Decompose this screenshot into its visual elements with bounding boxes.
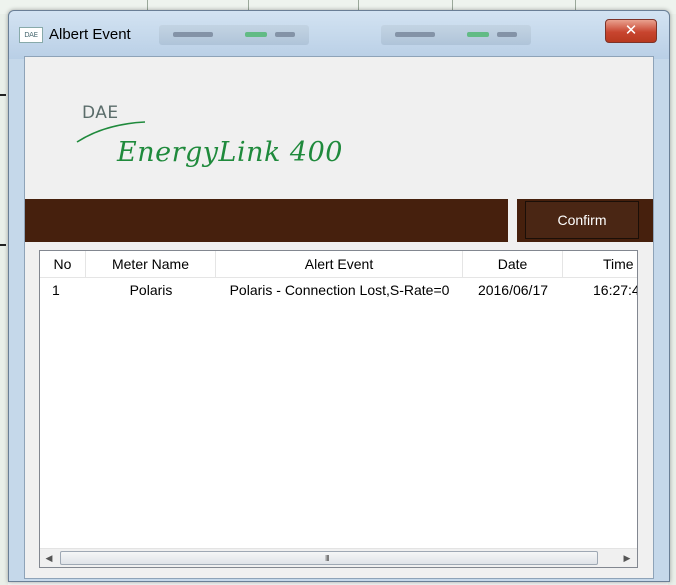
cell-no: 1 <box>52 282 60 298</box>
product-name: EnergyLink 400 <box>117 137 343 168</box>
scroll-left-arrow-icon[interactable]: ◀ <box>40 549 58 567</box>
close-icon: ✕ <box>624 21 638 39</box>
background-mark <box>0 244 6 246</box>
column-header-meter-name[interactable]: Meter Name <box>86 251 216 277</box>
background-mark <box>0 94 6 96</box>
header-band <box>25 199 508 242</box>
logo-banner: DAE EnergyLink 400 <box>25 57 653 199</box>
cell-time: 16:27:41 <box>593 282 637 298</box>
alert-event-window: DAE Albert Event ✕ DAE EnergyLink 400 Co… <box>8 10 670 582</box>
close-button[interactable]: ✕ <box>605 19 657 43</box>
scroll-grip-icon: III <box>325 554 330 563</box>
title-bar[interactable]: DAE Albert Event ✕ <box>9 11 669 59</box>
horizontal-scrollbar[interactable]: ◀ III ▶ <box>40 548 637 567</box>
blurred-taskbar-item <box>381 25 531 45</box>
column-header-no[interactable]: No <box>40 251 86 277</box>
scroll-right-arrow-icon[interactable]: ▶ <box>618 549 636 567</box>
window-title: Albert Event <box>49 26 131 43</box>
blurred-taskbar-item <box>159 25 309 45</box>
cell-date: 2016/06/17 <box>477 282 549 298</box>
cell-alert-event: Polaris - Connection Lost,S-Rate=0 <box>229 282 450 298</box>
alert-event-list[interactable]: No Meter Name Alert Event Date Time 1 Po… <box>39 250 638 568</box>
column-header-alert-event[interactable]: Alert Event <box>216 251 463 277</box>
confirm-button[interactable]: Confirm <box>525 201 639 239</box>
scroll-thumb[interactable]: III <box>60 551 598 565</box>
column-header-date[interactable]: Date <box>463 251 563 277</box>
background-app-edge <box>0 14 8 585</box>
app-icon: DAE <box>19 27 43 43</box>
dialog-client-area: DAE EnergyLink 400 Confirm No Meter Name… <box>24 56 654 579</box>
table-row[interactable]: 1 Polaris Polaris - Connection Lost,S-Ra… <box>40 279 637 301</box>
list-header: No Meter Name Alert Event Date Time <box>40 251 637 278</box>
cell-meter-name: Polaris <box>129 282 173 298</box>
column-header-time[interactable]: Time <box>563 251 637 277</box>
